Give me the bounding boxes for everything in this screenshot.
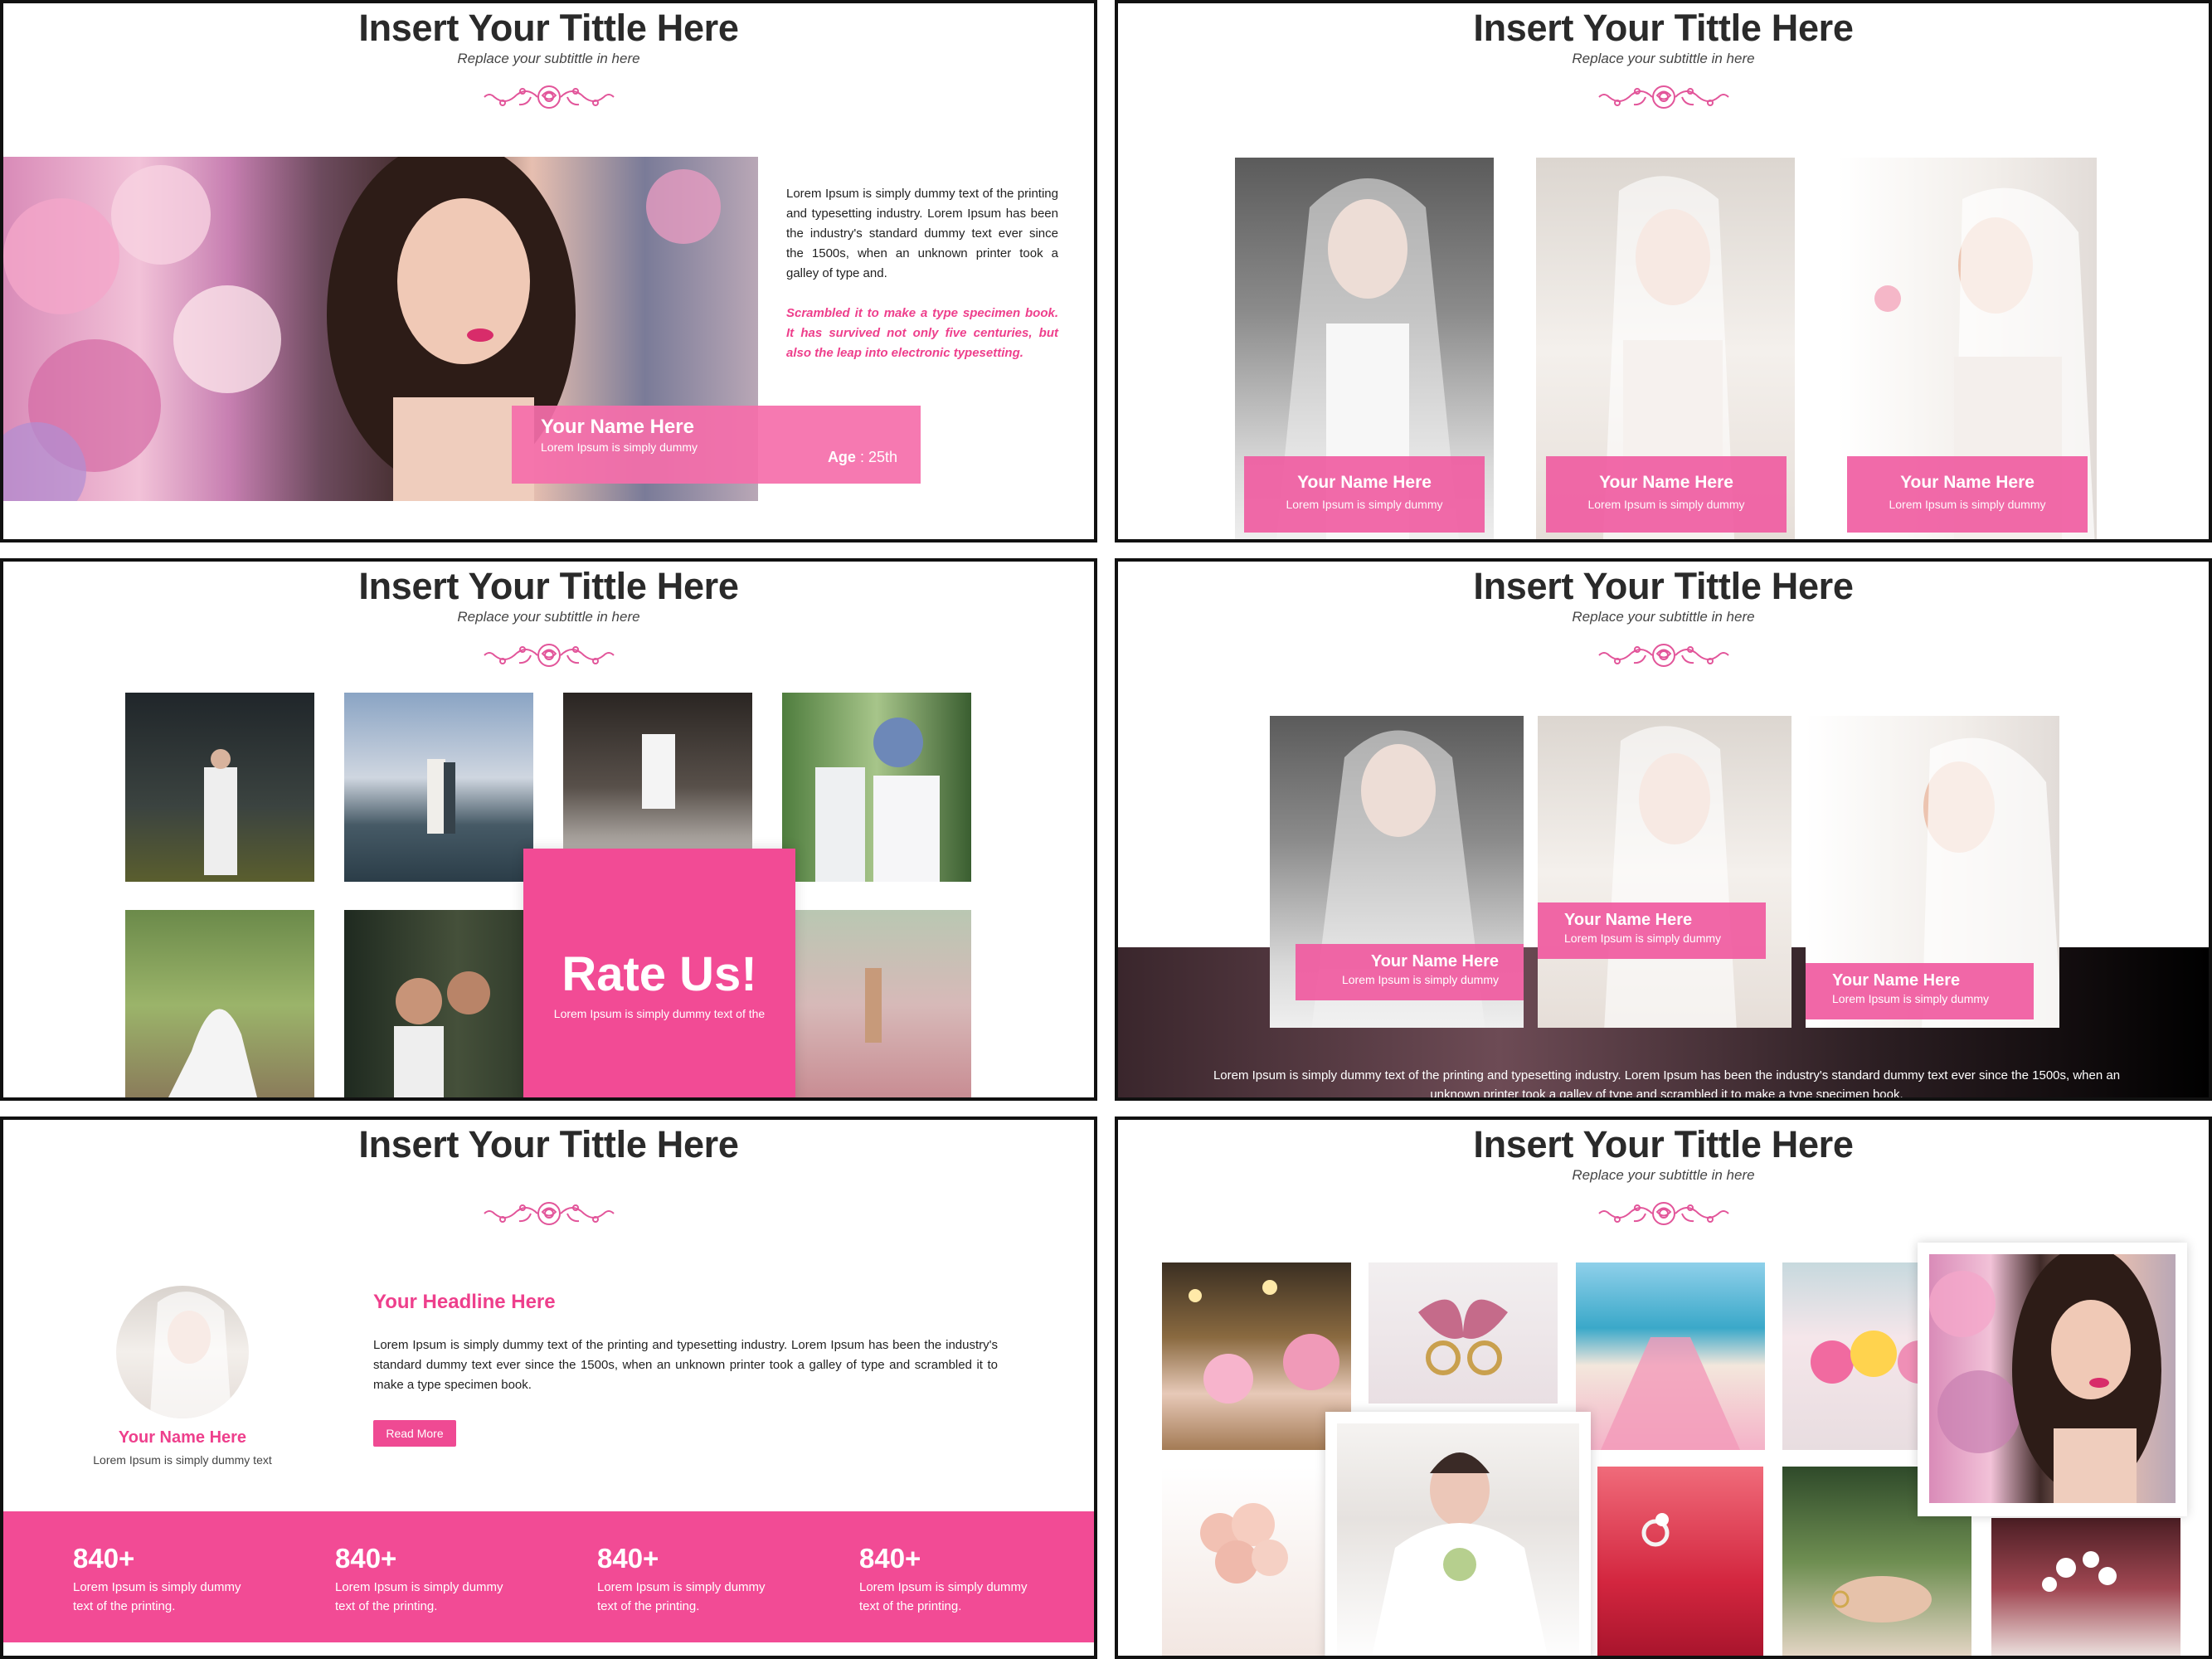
gallery-photo-2 — [344, 693, 533, 882]
stat-number-4: 840+ — [859, 1543, 921, 1574]
gallery-photo-6 — [344, 910, 533, 1097]
card-name: Your Name Here — [1900, 473, 2035, 492]
slide-title: Insert Your Tittle Here — [358, 1123, 739, 1165]
stat-desc-4: Lorem Ipsum is simply dummy text of the p… — [859, 1578, 1042, 1616]
floral-ornament-icon — [1597, 81, 1730, 113]
featured-portrait-photo — [1929, 1254, 2176, 1503]
gallery-photo-table — [1162, 1262, 1351, 1450]
slide-title: Insert Your Tittle Here — [358, 7, 739, 49]
name-card-2: Your Name Here Lorem Ipsum is simply dum… — [1546, 456, 1787, 533]
slide-6[interactable]: Insert Your Tittle Here Replace your sub… — [1115, 1117, 2212, 1659]
gallery-photo-rings-bow — [1369, 1262, 1558, 1404]
card-desc: Lorem Ipsum is simply dummy — [1564, 932, 1722, 945]
bride-photo-2 — [1538, 716, 1791, 1028]
headline: Your Headline Here — [373, 1291, 556, 1313]
stat-desc-3: Lorem Ipsum is simply dummy text of the p… — [597, 1578, 780, 1616]
stat-number-1: 840+ — [73, 1543, 135, 1574]
slide-subtitle: Replace your subtittle in here — [1572, 609, 1755, 625]
name-card-2: Your Name Here Lorem Ipsum is simply dum… — [1538, 902, 1766, 959]
headline-paragraph: Lorem Ipsum is simply dummy text of the … — [373, 1338, 998, 1392]
card-desc: Lorem Ipsum is simply dummy — [1587, 498, 1745, 511]
highlight-paragraph: Scrambled it to make a type specimen boo… — [786, 306, 1058, 360]
stat-number-2: 840+ — [335, 1543, 397, 1574]
gallery-photo-ring-rose — [1597, 1467, 1763, 1656]
stat-desc-line: text of the printing. — [335, 1599, 438, 1613]
name-card-1: Your Name Here Lorem Ipsum is simply dum… — [1296, 944, 1524, 1000]
featured-frame-bride — [1325, 1412, 1591, 1656]
read-more-button[interactable]: Read More — [373, 1420, 456, 1447]
gallery-photo-bouquet — [1162, 1467, 1325, 1656]
stat-desc-line: Lorem Ipsum is simply dummy — [859, 1580, 1028, 1594]
stat-desc-line: Lorem Ipsum is simply dummy — [335, 1580, 503, 1594]
slide-title: Insert Your Tittle Here — [1473, 565, 1854, 607]
card-desc: Lorem Ipsum is simply dummy — [1832, 992, 1990, 1005]
stat-desc-line: text of the printing. — [597, 1599, 700, 1613]
slide-subtitle: Replace your subtittle in here — [1572, 51, 1755, 66]
gallery-photo-baby-breath — [1991, 1518, 2180, 1656]
card-name: Your Name Here — [1564, 911, 1693, 929]
name-card-3: Your Name Here Lorem Ipsum is simply dum… — [1806, 963, 2034, 1019]
stat-desc-line: text of the printing. — [73, 1599, 176, 1613]
gallery-photo-beach-aisle — [1576, 1262, 1765, 1450]
gallery-photo-7 — [782, 910, 971, 1097]
floral-ornament-icon — [483, 1198, 615, 1229]
profile-desc: Lorem Ipsum is simply dummy text — [93, 1453, 272, 1467]
floral-ornament-icon — [1597, 1198, 1730, 1229]
rate-title: Rate Us! — [562, 947, 757, 1001]
floral-ornament-icon — [483, 640, 615, 671]
slide-title: Insert Your Tittle Here — [1473, 7, 1854, 49]
slide-subtitle: Replace your subtittle in here — [457, 51, 640, 66]
card-name: Your Name Here — [1297, 473, 1432, 492]
card-desc: Lorem Ipsum is simply dummy — [1286, 498, 1443, 511]
card-name: Your Name Here — [1370, 952, 1499, 971]
floral-ornament-icon — [483, 81, 615, 113]
gallery-photo-1 — [125, 693, 314, 882]
slide-2[interactable]: Insert Your Tittle Here Replace your sub… — [1115, 0, 2212, 542]
card-desc: Lorem Ipsum is simply dummy — [541, 440, 698, 454]
stat-number-3: 840+ — [597, 1543, 659, 1574]
slide-subtitle: Replace your subtittle in here — [1572, 1167, 1755, 1183]
slide-title: Insert Your Tittle Here — [1473, 1123, 1854, 1165]
slide-3[interactable]: Insert Your Tittle Here Replace your sub… — [0, 558, 1097, 1101]
age-line: Age : 25th — [828, 449, 897, 466]
stat-desc-2: Lorem Ipsum is simply dummy text of the p… — [335, 1578, 518, 1616]
card-name: Your Name Here — [1832, 971, 1961, 990]
age-value: : 25th — [855, 449, 897, 465]
floral-ornament-icon — [1597, 640, 1730, 671]
intro-paragraph: Lorem Ipsum is simply dummy text of the … — [786, 187, 1058, 280]
featured-frame-portrait — [1918, 1243, 2187, 1516]
profile-name: Your Name Here — [118, 1428, 247, 1447]
slide-4[interactable]: Insert Your Tittle Here Replace your sub… — [1115, 558, 2212, 1101]
card-name: Your Name Here — [1599, 473, 1733, 492]
featured-bride-photo — [1337, 1423, 1579, 1656]
rate-us-panel: Rate Us! Lorem Ipsum is simply dummy tex… — [523, 849, 795, 1097]
name-card: Your Name Here Lorem Ipsum is simply dum… — [512, 406, 921, 484]
stat-desc-line: Lorem Ipsum is simply dummy — [73, 1580, 241, 1594]
name-card-3: Your Name Here Lorem Ipsum is simply dum… — [1847, 456, 2088, 533]
footer-line-1: Lorem Ipsum is simply dummy text of the … — [1213, 1068, 2121, 1082]
stats-band: 840+ Lorem Ipsum is simply dummy text of … — [3, 1511, 1094, 1642]
gallery-photo-4 — [782, 693, 971, 882]
card-name: Your Name Here — [541, 416, 694, 438]
age-label: Age — [827, 449, 856, 465]
footer-line-2: unknown printer took a galley of type an… — [1430, 1087, 1903, 1101]
slide-5[interactable]: Insert Your Tittle Here Your Name Here L… — [0, 1117, 1097, 1659]
stat-desc-1: Lorem Ipsum is simply dummy text of the p… — [73, 1578, 255, 1616]
gallery-photo-5 — [125, 910, 314, 1097]
rate-desc: Lorem Ipsum is simply dummy text of the — [553, 1007, 766, 1020]
slide-1[interactable]: Insert Your Tittle Here Replace your sub… — [0, 0, 1097, 542]
name-card-1: Your Name Here Lorem Ipsum is simply dum… — [1244, 456, 1485, 533]
profile-avatar — [116, 1286, 249, 1418]
slide-title: Insert Your Tittle Here — [358, 565, 739, 607]
slide-subtitle: Replace your subtittle in here — [457, 609, 640, 625]
footer-text: Lorem Ipsum is simply dummy text of the … — [1151, 1066, 2182, 1101]
stat-desc-line: text of the printing. — [859, 1599, 962, 1613]
card-desc: Lorem Ipsum is simply dummy — [1341, 973, 1499, 986]
stat-desc-line: Lorem Ipsum is simply dummy — [597, 1580, 766, 1594]
card-desc: Lorem Ipsum is simply dummy — [1889, 498, 2046, 511]
